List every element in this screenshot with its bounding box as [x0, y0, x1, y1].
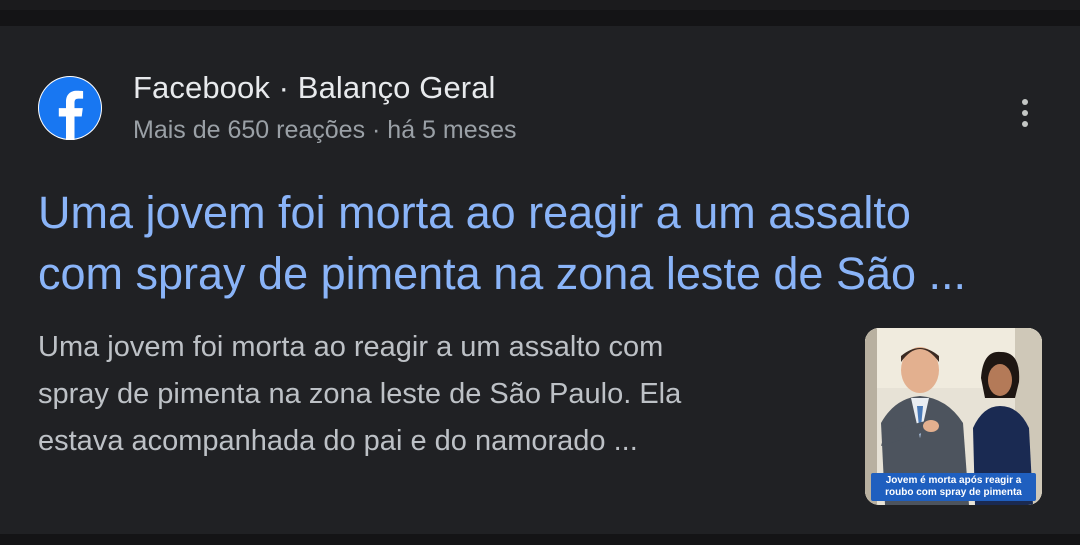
source-name[interactable]: Facebook · Balanço Geral [133, 70, 496, 106]
result-snippet: Uma jovem foi morta ao reagir a um assal… [38, 324, 838, 465]
thumbnail-caption: Jovem é morta após reagir a roubo com sp… [871, 473, 1036, 501]
snippet-line: Uma jovem foi morta ao reagir a um assal… [38, 331, 664, 363]
more-dot [1022, 99, 1028, 105]
headline-line: com spray de pimenta na zona leste de Sã… [38, 248, 967, 299]
snippet-line: estava acompanhada do pai e do namorado … [38, 425, 638, 457]
more-vert-icon[interactable] [1006, 94, 1044, 132]
snippet-line: spray de pimenta na zona leste de São Pa… [38, 378, 682, 410]
facebook-icon[interactable] [38, 76, 102, 140]
headline-line: Uma jovem foi morta ao reagir a um assal… [38, 187, 911, 238]
more-dot [1022, 110, 1028, 116]
more-dot [1022, 121, 1028, 127]
card-separator [0, 534, 1080, 545]
result-thumbnail[interactable]: Jovem é morta após reagir a roubo com sp… [865, 328, 1042, 505]
result-headline-link[interactable]: Uma jovem foi morta ao reagir a um assal… [38, 182, 1038, 304]
card-separator [0, 10, 1080, 26]
top-divider [0, 0, 1080, 10]
source-meta: Mais de 650 reações · há 5 meses [133, 116, 517, 144]
